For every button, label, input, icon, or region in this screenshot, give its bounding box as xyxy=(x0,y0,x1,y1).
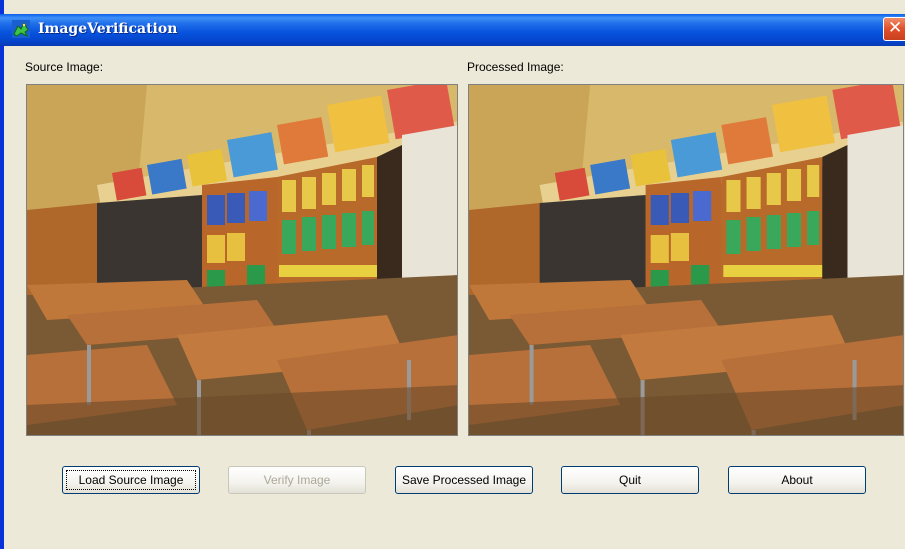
about-button[interactable]: About xyxy=(728,466,866,494)
close-button[interactable]: ✕ xyxy=(883,17,905,41)
window-title: ImageVerification xyxy=(38,21,178,37)
app-dragon-icon xyxy=(12,20,30,38)
processed-image-label: Processed Image: xyxy=(467,60,564,74)
save-processed-image-button[interactable]: Save Processed Image xyxy=(395,466,533,494)
classroom-photo-processed xyxy=(469,85,903,435)
classroom-photo-source xyxy=(27,85,457,435)
quit-button[interactable]: Quit xyxy=(561,466,699,494)
app-window: ImageVerification ✕ Source Image: Proces… xyxy=(0,0,905,549)
load-source-image-button[interactable]: Load Source Image xyxy=(62,466,200,494)
source-image xyxy=(26,84,458,436)
title-bar[interactable]: ImageVerification ✕ xyxy=(0,14,905,46)
source-image-label: Source Image: xyxy=(25,60,104,74)
processed-image xyxy=(468,84,904,436)
close-icon: ✕ xyxy=(888,18,903,38)
verify-image-button[interactable]: Verify Image xyxy=(228,466,366,494)
